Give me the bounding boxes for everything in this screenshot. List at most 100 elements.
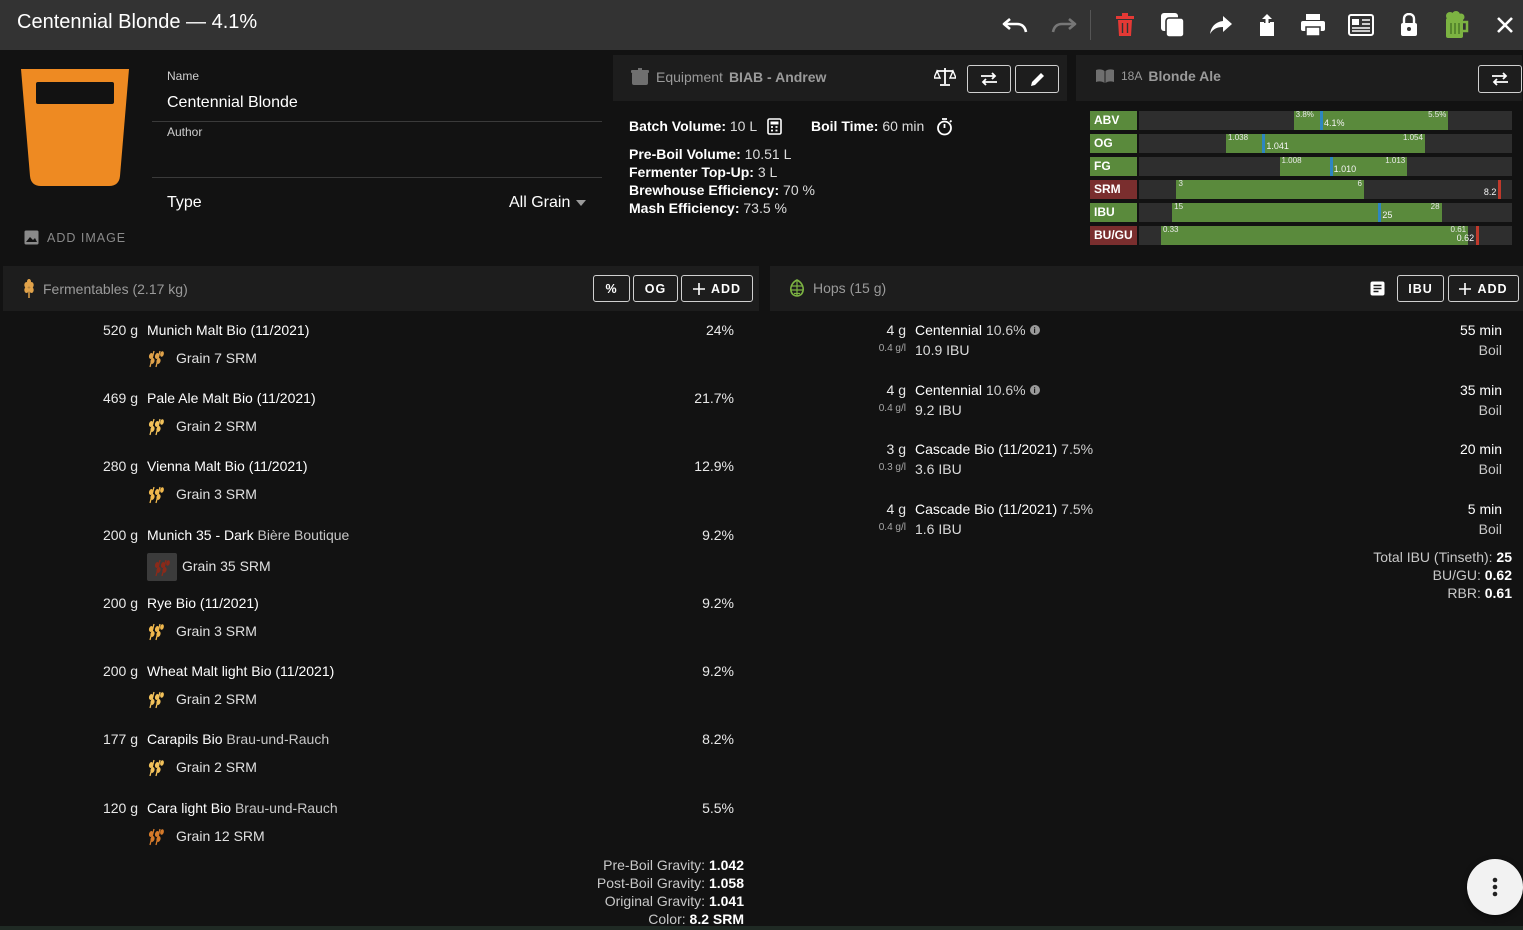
- style-swap-button[interactable]: [1478, 65, 1522, 93]
- swap-icon: [1492, 72, 1508, 86]
- scale-button[interactable]: [934, 67, 956, 87]
- fermentable-name-text: Pale Ale Malt Bio (11/2021): [147, 390, 316, 406]
- fermentable-percent: 24%: [705, 322, 734, 338]
- grain-icon: [146, 416, 166, 436]
- redo-button[interactable]: [1048, 9, 1080, 41]
- author-label: Author: [167, 125, 203, 139]
- info-icon[interactable]: i: [1029, 325, 1040, 335]
- fermentable-details: Grain 35 SRM: [182, 558, 271, 574]
- author-field[interactable]: [167, 150, 597, 172]
- share-button[interactable]: [1205, 9, 1237, 41]
- fermentable-details: Grain 2 SRM: [176, 759, 257, 775]
- hop-amount: 3 g: [886, 441, 906, 457]
- info-icon[interactable]: i: [1029, 385, 1040, 395]
- total-ibu-label: Total IBU (Tinseth):: [1373, 549, 1493, 565]
- style-row-label: IBU: [1090, 203, 1137, 222]
- hop-alpha: 7.5%: [1061, 441, 1094, 457]
- plus-icon: [692, 282, 705, 295]
- out-of-range-marker: [1498, 180, 1502, 199]
- grain-icon: [146, 826, 166, 846]
- fermentable-details: Grain 2 SRM: [176, 418, 257, 434]
- og-button[interactable]: OG: [633, 275, 678, 302]
- style-header: 18A Blonde Ale: [1076, 55, 1522, 101]
- fermentable-name: Carapils Bio Brau-und-Rauch: [147, 731, 329, 747]
- fermenter-topup-label: Fermenter Top-Up:: [629, 164, 754, 180]
- fermentables-header: Fermentables (2.17 kg) % OG ADD: [3, 266, 759, 311]
- brew-button[interactable]: [1441, 9, 1473, 41]
- style-row-fg: FG 1.008 1.013 1.010: [1090, 156, 1512, 176]
- export-icon: [1260, 14, 1274, 36]
- value-marker: [1262, 134, 1266, 153]
- copy-button[interactable]: [1157, 9, 1189, 41]
- style-row-ibu: IBU 15 28 25: [1090, 202, 1512, 222]
- style-track: 0.33 0.61 0.62: [1139, 225, 1512, 245]
- fermentable-name-text: Vienna Malt Bio (11/2021): [147, 458, 308, 474]
- hops-header: Hops (15 g) IBU ADD: [770, 266, 1523, 311]
- style-row-label: ABV: [1090, 111, 1137, 130]
- type-select[interactable]: All Grain: [509, 194, 587, 212]
- type-value: All Grain: [509, 194, 571, 211]
- fermentable-amount: 469 g: [102, 390, 138, 406]
- beer-glass-image: [20, 68, 130, 188]
- grain-icon: [146, 348, 166, 368]
- hop-rate: 0.4 g/l: [878, 403, 906, 414]
- more-actions-fab[interactable]: [1467, 859, 1523, 915]
- close-button[interactable]: [1489, 9, 1521, 41]
- style-min: 3: [1178, 179, 1183, 188]
- style-range: [1176, 180, 1364, 199]
- fermentable-type: Grain: [176, 759, 211, 775]
- name-field[interactable]: Centennial Blonde: [167, 94, 298, 112]
- app-bar: Centennial Blonde — 4.1%: [0, 0, 1523, 50]
- pre-boil-gravity-label: Pre-Boil Gravity:: [603, 857, 706, 873]
- timer-button[interactable]: [936, 118, 953, 136]
- add-image-label: ADD IMAGE: [47, 230, 127, 245]
- delete-icon: [1116, 13, 1134, 36]
- newspaper-button[interactable]: [1345, 9, 1377, 41]
- grain-icon: [146, 621, 166, 641]
- style-max: 1.054: [1402, 133, 1423, 142]
- fermentable-name-text: Wheat Malt light Bio (11/2021): [147, 663, 335, 679]
- style-min: 0.33: [1162, 225, 1179, 234]
- fermentable-color: 2 SRM: [214, 691, 257, 707]
- fermentable-type: Grain: [176, 691, 211, 707]
- equipment-edit-button[interactable]: [1015, 65, 1059, 93]
- batch-volume: Batch Volume: 10 L: [629, 118, 757, 134]
- print-button[interactable]: [1297, 9, 1329, 41]
- fermentable-supplier: Bière Boutique: [257, 527, 350, 543]
- lock-button[interactable]: [1393, 9, 1425, 41]
- fermentable-amount: 200 g: [102, 595, 138, 611]
- equipment-swap-button[interactable]: [967, 65, 1011, 93]
- add-fermentable-button[interactable]: ADD: [681, 275, 753, 302]
- brewhouse-efficiency: Brewhouse Efficiency: 70 %: [629, 182, 815, 198]
- name-label: Name: [167, 69, 200, 83]
- rbr-label: RBR:: [1447, 585, 1481, 601]
- fermentable-name: Wheat Malt light Bio (11/2021): [147, 663, 334, 679]
- hop-alpha: 10.6%: [985, 382, 1026, 398]
- add-hop-button[interactable]: ADD: [1448, 275, 1519, 302]
- fermentable-type: Grain: [176, 828, 211, 844]
- undo-button[interactable]: [999, 9, 1031, 41]
- scale-icon: [934, 68, 956, 86]
- hop-name: Cascade Bio (11/2021) 7.5%: [915, 441, 1093, 457]
- hop-name-text: Centennial: [915, 382, 982, 398]
- export-button[interactable]: [1251, 9, 1283, 41]
- brewhouse-efficiency-value: 70 %: [783, 182, 815, 198]
- fermentable-percent: 21.7%: [694, 390, 734, 406]
- color-srm: Color: 8.2 SRM: [648, 911, 744, 927]
- ibu-button[interactable]: IBU: [1397, 275, 1444, 302]
- style-max: 28: [1430, 202, 1440, 211]
- dropdown-arrow-icon: [576, 200, 587, 206]
- batch-volume-value: 10 L: [729, 118, 758, 134]
- book-icon: [1096, 69, 1114, 83]
- timer-icon: [937, 118, 953, 136]
- equipment-title: Equipment BIAB - Andrew: [630, 68, 826, 86]
- delete-button[interactable]: [1109, 9, 1141, 41]
- hop-use: Boil: [1478, 342, 1502, 358]
- hops-notes-button[interactable]: [1370, 281, 1385, 296]
- calculator-button[interactable]: [767, 118, 782, 135]
- mash-efficiency-value: 73.5 %: [743, 200, 787, 216]
- percent-toggle-button[interactable]: %: [593, 275, 630, 302]
- fermentable-percent: 9.2%: [702, 663, 734, 679]
- add-image-button[interactable]: ADD IMAGE: [24, 230, 126, 245]
- beer-mug-icon: [1446, 11, 1469, 38]
